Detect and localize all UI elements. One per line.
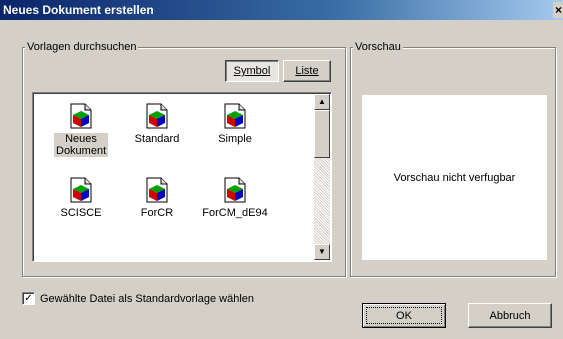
document-icon xyxy=(70,177,92,203)
title-bar: Neues Dokument erstellen × xyxy=(0,0,563,20)
document-icon xyxy=(146,103,168,129)
default-template-option[interactable]: ✓ Gewählte Datei als Standardvorlage wäh… xyxy=(22,292,254,305)
preview-message: Vorschau nicht verfugbar xyxy=(393,171,516,184)
template-item-forcr[interactable]: ForCR xyxy=(119,177,195,219)
ok-label: OK xyxy=(396,309,412,322)
template-item-label: Neues Dokument xyxy=(54,133,108,157)
close-button[interactable]: × xyxy=(553,2,563,18)
template-item-label: Simple xyxy=(218,133,252,145)
scroll-thumb[interactable] xyxy=(314,110,330,158)
cancel-label: Abbruch xyxy=(489,309,531,322)
template-item-label: SCISCE xyxy=(60,207,102,219)
template-list[interactable]: Neues Dokument Standard Simple SCISCE Fo… xyxy=(32,92,332,262)
template-item-standard[interactable]: Standard xyxy=(119,103,195,145)
vertical-scrollbar[interactable]: ▲ ▼ xyxy=(314,94,330,260)
view-list-button[interactable]: Liste xyxy=(283,60,331,82)
preview-group-label: Vorschau xyxy=(353,41,403,54)
document-icon xyxy=(146,177,168,203)
template-item-scisce[interactable]: SCISCE xyxy=(43,177,119,219)
arrow-down-icon: ▼ xyxy=(318,247,326,256)
template-item-simple[interactable]: Simple xyxy=(197,103,273,145)
default-template-checkbox[interactable]: ✓ xyxy=(22,292,35,305)
view-symbol-text: Symbol xyxy=(233,65,271,77)
document-icon xyxy=(70,103,92,129)
view-list-label: Liste xyxy=(295,65,318,77)
arrow-up-icon: ▲ xyxy=(318,97,326,106)
template-item-label: Standard xyxy=(134,133,180,145)
template-item-label: ForCR xyxy=(140,207,174,219)
browse-templates-group-label: Vorlagen durchsuchen xyxy=(25,41,139,54)
window-title: Neues Dokument erstellen xyxy=(3,3,154,17)
template-item-neues-dokument[interactable]: Neues Dokument xyxy=(43,103,119,157)
ok-focus-ring: OK xyxy=(366,307,442,324)
view-list-text: Liste xyxy=(295,65,319,77)
default-template-checkbox-label: Gewählte Datei als Standardvorlage wähle… xyxy=(40,292,255,305)
template-item-forcm-de94[interactable]: ForCM_dE94 xyxy=(197,177,273,219)
ok-button[interactable]: OK xyxy=(362,303,446,328)
preview-area: Vorschau nicht verfugbar xyxy=(362,95,547,260)
view-symbol-button[interactable]: Symbol xyxy=(225,60,279,82)
template-item-label: ForCM_dE94 xyxy=(202,207,268,219)
document-icon xyxy=(224,177,246,203)
checkmark-icon: ✓ xyxy=(24,293,33,304)
cancel-button[interactable]: Abbruch xyxy=(468,303,552,328)
view-symbol-label: Symbol xyxy=(234,65,271,77)
scroll-up-button[interactable]: ▲ xyxy=(314,94,330,110)
document-icon xyxy=(224,103,246,129)
close-icon: × xyxy=(555,3,563,17)
scroll-down-button[interactable]: ▼ xyxy=(314,244,330,260)
